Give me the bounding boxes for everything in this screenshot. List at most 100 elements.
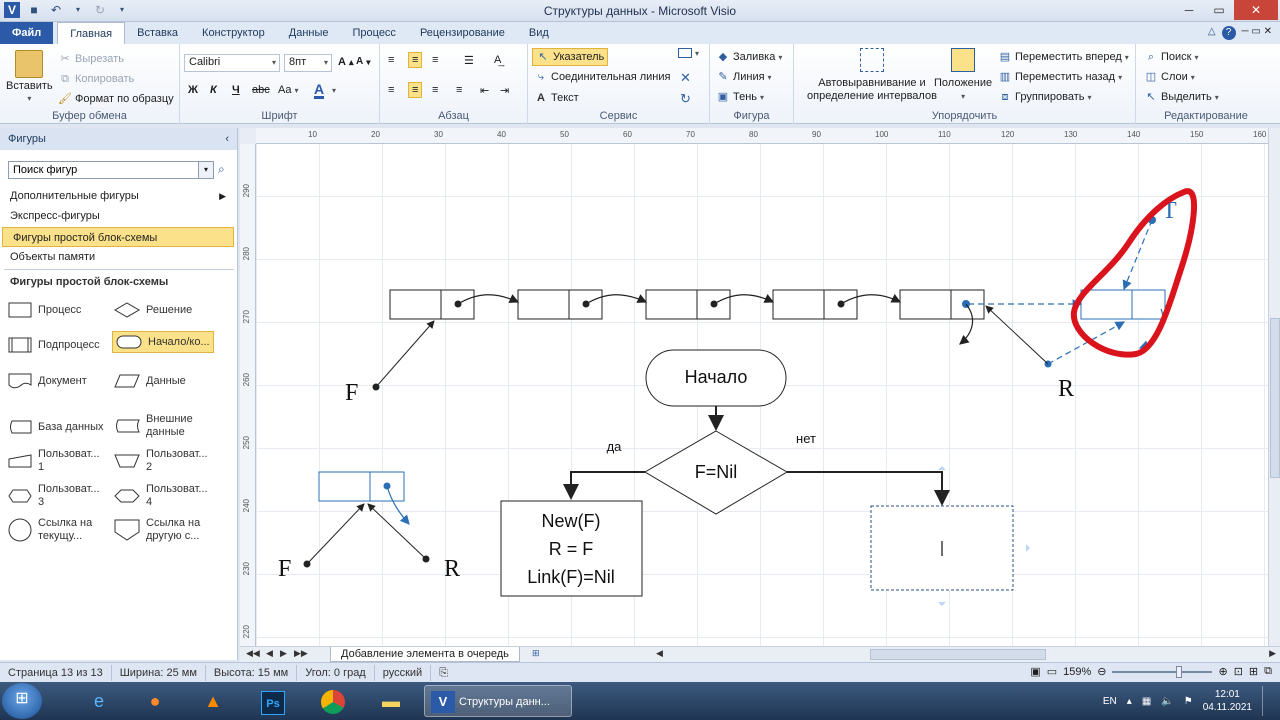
maximize-button[interactable]: ▭ (1204, 0, 1234, 20)
shape-off-page-reference[interactable]: Ссылка на другую с... (114, 517, 218, 543)
zoom-level[interactable]: 159% (1063, 666, 1091, 678)
chevron-left-icon[interactable]: ‹ (225, 128, 229, 150)
zoom-slider-knob[interactable] (1176, 665, 1183, 678)
list-node-1[interactable] (389, 289, 475, 320)
tab-home[interactable]: Главная (57, 22, 126, 44)
tab-insert[interactable]: Вставка (125, 22, 190, 44)
shape-decision[interactable]: Решение (114, 302, 192, 318)
prev-page-icon[interactable]: ◀ (266, 648, 273, 659)
file-explorer-icon[interactable]: ▬ (370, 685, 412, 717)
restore-icon[interactable]: ─ ▭ ✕ (1242, 26, 1272, 40)
fill-button[interactable]: ◆ Заливка ▾ (716, 50, 783, 64)
increase-indent-icon[interactable]: ⇥ (500, 84, 509, 97)
align-top-icon[interactable]: ≡ (388, 54, 394, 66)
zoom-out-icon[interactable]: ⊖ (1097, 665, 1106, 678)
vertical-scrollbar[interactable] (1268, 128, 1280, 646)
format-painter-button[interactable]: 🖌 Формат по образцу (58, 92, 174, 106)
shape-custom-3[interactable]: Пользоват... 3 (8, 483, 112, 509)
next-page-icon[interactable]: ▶ (280, 648, 287, 659)
align-left-icon[interactable]: ≡ (388, 84, 394, 96)
font-family-select[interactable]: Calibri ▾ (184, 54, 280, 72)
shape-subprocess[interactable]: Подпроцесс (8, 337, 100, 353)
bring-forward-button[interactable]: ▤ Переместить вперед ▾ (998, 50, 1129, 64)
shadow-button[interactable]: ▣ Тень ▾ (716, 90, 764, 104)
stencil-quick-shapes[interactable]: Экспресс-фигуры (0, 206, 236, 226)
tab-design[interactable]: Конструктор (190, 22, 277, 44)
selection-handle[interactable] (938, 466, 946, 470)
pointer-tool-button[interactable]: ↖ Указатель (532, 48, 609, 66)
start-button[interactable]: ⊞ (2, 683, 42, 719)
text-tool-button[interactable]: A Текст (534, 91, 579, 105)
shape-data[interactable]: Данные (114, 373, 186, 389)
shape-custom-2[interactable]: Пользоват... 2 (114, 448, 218, 474)
align-right-icon[interactable]: ≡ (432, 84, 438, 96)
font-size-select[interactable]: 8пт ▾ (284, 54, 332, 72)
chrome-icon[interactable] (312, 685, 354, 717)
shape-search-input[interactable] (8, 161, 214, 179)
minimize-ribbon-icon[interactable]: △ (1208, 26, 1216, 40)
switch-windows-icon[interactable]: ⧉ (1264, 665, 1272, 678)
decrease-indent-icon[interactable]: ⇤ (480, 84, 489, 97)
insert-page-icon[interactable]: ⊞ (532, 648, 540, 659)
status-language[interactable]: русский (375, 664, 432, 681)
connector-tool-button[interactable]: ⤷ Соединительная линия (534, 70, 671, 84)
presentation-icon[interactable]: ▭ (1047, 665, 1057, 678)
selection-handle[interactable] (1026, 544, 1030, 552)
select-button[interactable]: ↖ Выделить ▾ (1144, 90, 1218, 104)
show-desktop-button[interactable] (1262, 686, 1272, 716)
list-node-3[interactable] (645, 289, 731, 320)
shape-process[interactable]: Процесс (8, 302, 81, 318)
selection-handle[interactable] (938, 602, 946, 606)
internet-explorer-icon[interactable]: e (78, 685, 120, 717)
vlc-icon[interactable]: ▲ (192, 685, 234, 717)
stencil-basic-flowchart[interactable]: Фигуры простой блок-схемы (2, 227, 234, 247)
copy-button[interactable]: ⧉ Копировать (58, 72, 134, 86)
fit-page-icon[interactable]: ⊡ (1234, 665, 1243, 678)
text-direction-icon[interactable]: A͢ (494, 54, 501, 66)
list-node-2[interactable] (517, 289, 603, 320)
show-hidden-icons-icon[interactable]: ▴ (1127, 696, 1132, 707)
action-center-icon[interactable]: ⚑ (1184, 696, 1193, 707)
auto-align-button[interactable]: Автовыравнивание и определение интервало… (802, 48, 942, 103)
align-middle-icon[interactable]: ≡ (408, 52, 423, 68)
shape-external-data[interactable]: Внешние данные (114, 413, 214, 439)
italic-icon[interactable]: К (210, 84, 217, 96)
scroll-thumb[interactable] (1270, 318, 1280, 478)
zoom-in-icon[interactable]: ⊕ (1218, 665, 1227, 678)
taskbar-visio[interactable]: V Структуры данн... (424, 685, 572, 717)
shape-database[interactable]: База данных (8, 419, 104, 435)
input-language[interactable]: EN (1103, 696, 1117, 707)
minimize-button[interactable]: ─ (1174, 0, 1204, 20)
bullets-icon[interactable]: ☰ (464, 54, 474, 67)
status-page[interactable]: Страница 13 из 13 (0, 664, 112, 681)
first-page-icon[interactable]: ◀◀ (246, 648, 260, 659)
rectangle-shape-icon[interactable]: ▾ (678, 48, 699, 58)
stencil-memory-objects[interactable]: Объекты памяти (0, 247, 236, 267)
page-tab-active[interactable]: Добавление элемента в очередь (330, 647, 520, 662)
cut-button[interactable]: ✂ Вырезать (58, 52, 124, 66)
shape-terminator[interactable]: Начало/ко... (112, 331, 214, 353)
grow-font-icon[interactable]: A ▴ (338, 56, 354, 68)
paste-button[interactable]: Вставить ▾ (6, 50, 53, 103)
layers-button[interactable]: ◫ Слои ▾ (1144, 70, 1195, 84)
chevron-down-icon[interactable]: ▾ (198, 162, 213, 178)
scroll-left-icon[interactable]: ◀ (656, 648, 663, 659)
tab-view[interactable]: Вид (517, 22, 561, 44)
list-node-4[interactable] (772, 289, 858, 320)
network-icon[interactable]: ▦ (1142, 696, 1151, 707)
shape-document[interactable]: Документ (8, 373, 87, 389)
search-icon[interactable]: ⌕ (218, 162, 225, 177)
last-page-icon[interactable]: ▶▶ (294, 648, 308, 659)
zoom-slider[interactable] (1112, 665, 1213, 678)
line-button[interactable]: ✎ Линия ▾ (716, 70, 771, 84)
change-case-icon[interactable]: Aa ▾ (278, 84, 298, 96)
justify-icon[interactable]: ≡ (456, 84, 462, 96)
full-screen-icon[interactable]: ▣ (1030, 665, 1040, 678)
tab-file[interactable]: Файл (0, 22, 54, 44)
align-center-icon[interactable]: ≡ (408, 82, 423, 98)
help-icon[interactable]: ? (1221, 26, 1236, 40)
strikethrough-icon[interactable]: abc (252, 84, 270, 96)
shrink-font-icon[interactable]: A ▾ (356, 56, 370, 67)
align-bottom-icon[interactable]: ≡ (432, 54, 438, 66)
position-button[interactable]: Положение ▾ (934, 48, 992, 101)
